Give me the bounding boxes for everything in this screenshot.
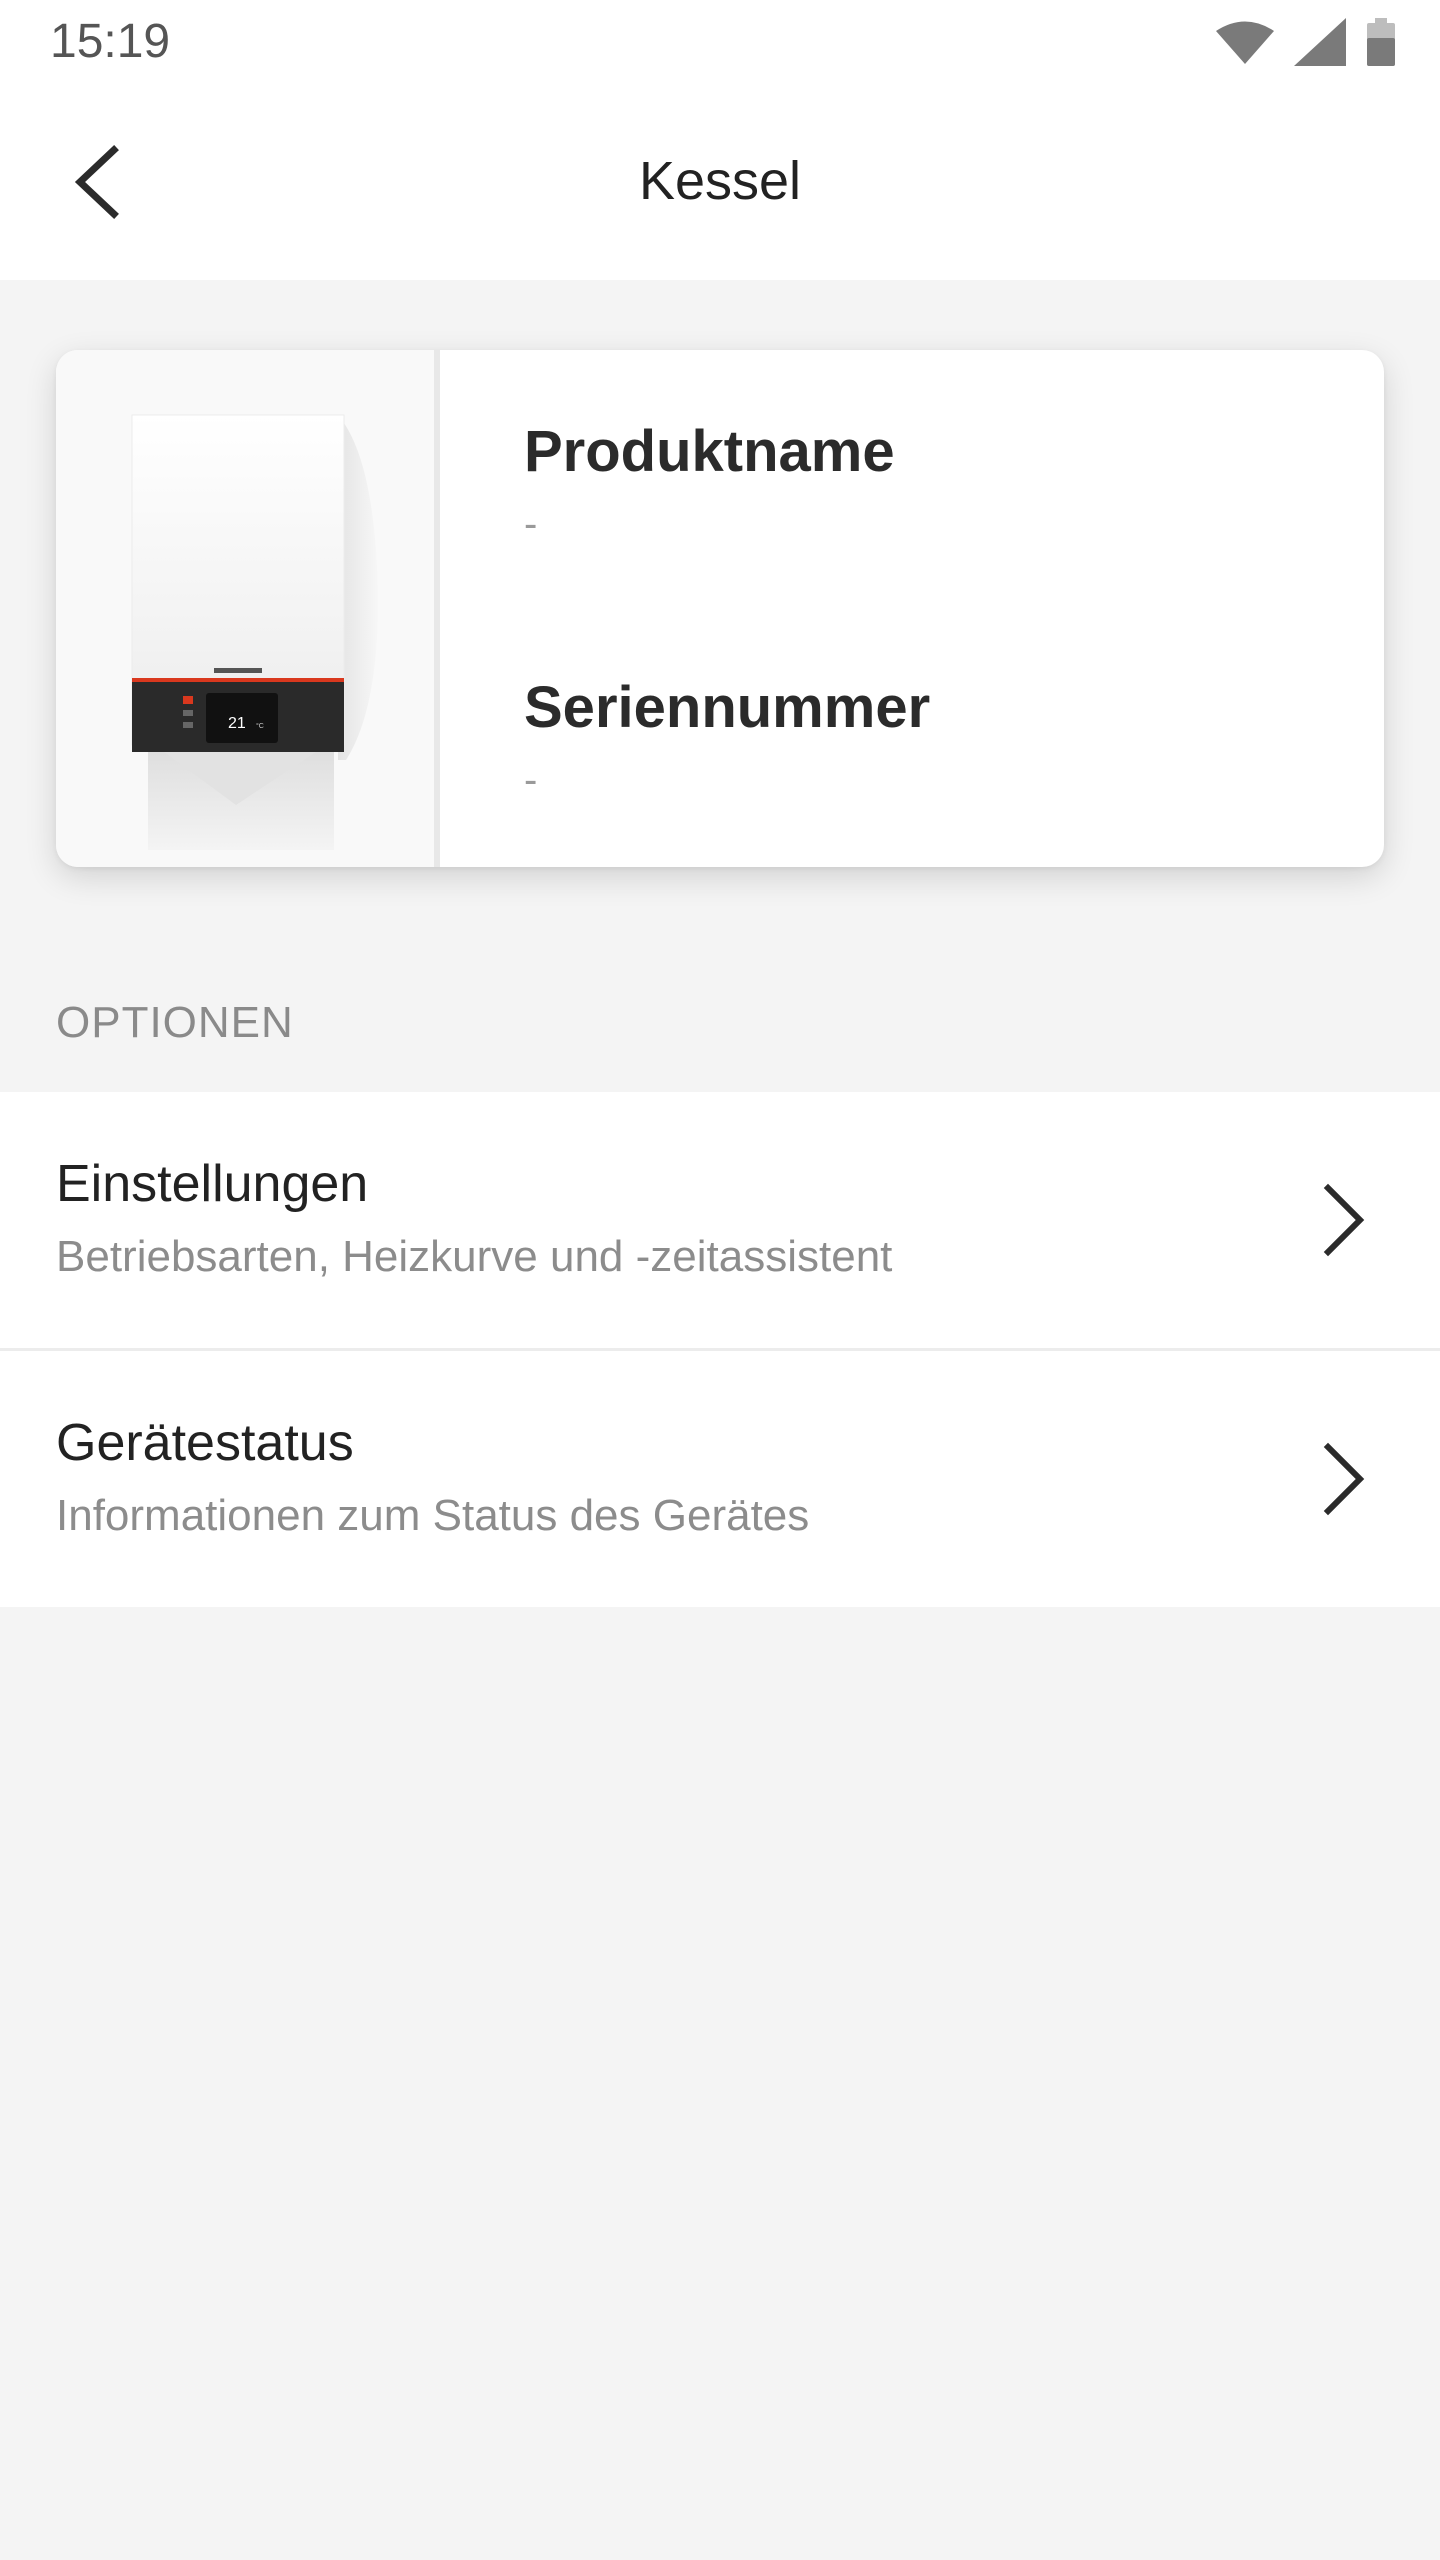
device-card: 21 °C Produktname - Seriennummer - <box>56 350 1384 867</box>
chevron-right-icon <box>1323 1442 1365 1516</box>
list-item-geraetestatus[interactable]: Gerätestatus Informationen zum Status de… <box>0 1348 1440 1607</box>
list-item-subtitle: Informationen zum Status des Gerätes <box>56 1491 810 1540</box>
list-item-title: Gerätestatus <box>56 1414 354 1472</box>
list-item-subtitle: Betriebsarten, Heizkurve und -zeitassist… <box>56 1232 893 1281</box>
page-title: Kessel <box>638 151 802 211</box>
boiler-image: 21 °C <box>131 414 378 850</box>
list-item-einstellungen[interactable]: Einstellungen Betriebsarten, Heizkurve u… <box>0 1092 1440 1348</box>
device-info: Produktname - Seriennummer - <box>524 350 1384 867</box>
options-list: Einstellungen Betriebsarten, Heizkurve u… <box>0 1092 1440 1607</box>
chevron-right-icon <box>1323 1183 1365 1257</box>
boiler-display-temperature: 21 <box>228 715 246 732</box>
cellular-signal-icon <box>1294 18 1346 66</box>
battery-icon <box>1367 18 1395 66</box>
status-icons <box>1216 18 1396 66</box>
app-bar: Kessel <box>0 84 1440 280</box>
device-image-pane: 21 °C <box>56 350 440 867</box>
product-name-value: - <box>524 502 538 546</box>
product-name-label: Produktname <box>524 419 895 484</box>
serial-number-label: Seriennummer <box>524 675 931 740</box>
serial-number-value: - <box>524 758 538 802</box>
status-bar: 15:19 <box>0 0 1440 84</box>
wifi-icon <box>1216 21 1274 64</box>
status-time: 15:19 <box>50 15 171 68</box>
list-item-title: Einstellungen <box>56 1155 369 1213</box>
options-section-header: OPTIONEN <box>56 998 294 1047</box>
svg-text:°C: °C <box>256 722 264 730</box>
